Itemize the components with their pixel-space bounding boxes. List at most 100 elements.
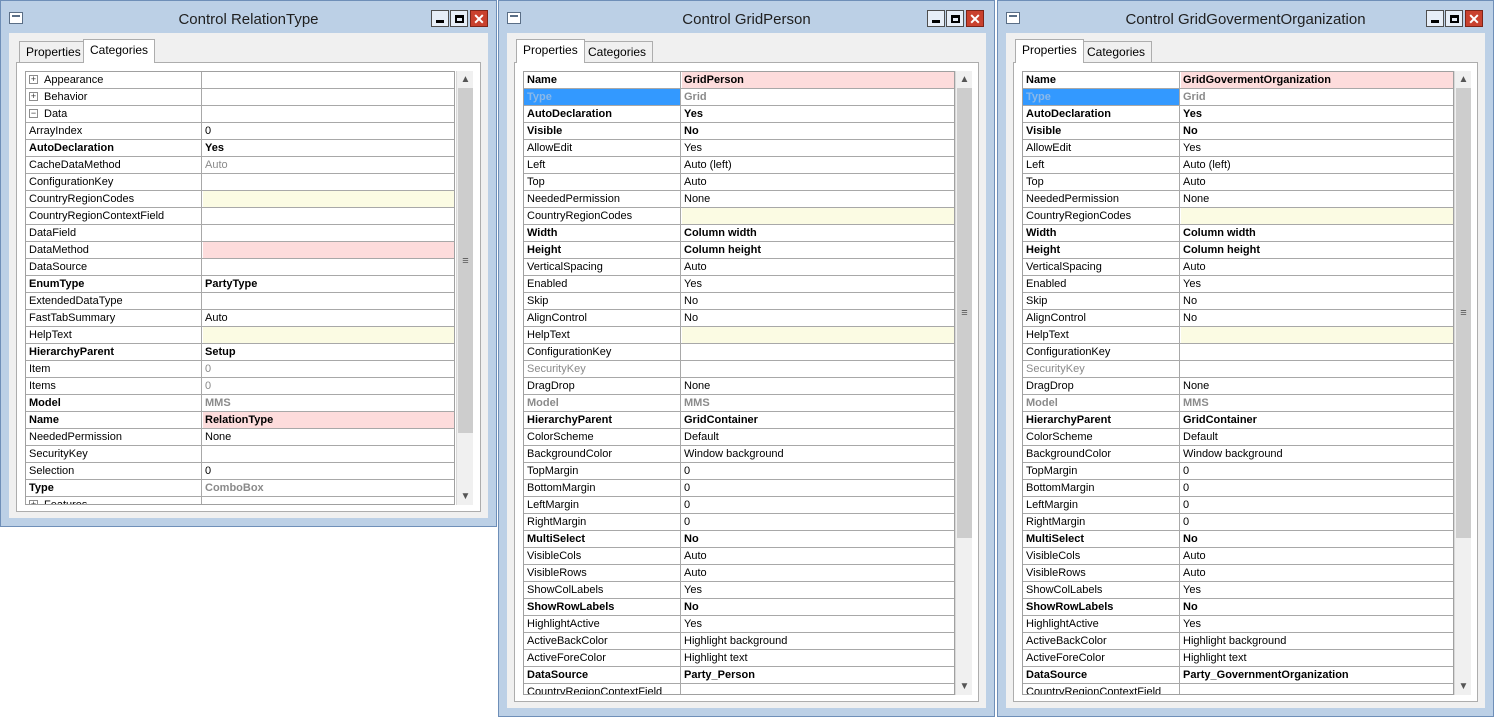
property-value[interactable]: 0 [1181,480,1453,496]
property-value[interactable]: 0 [1181,463,1453,479]
property-row[interactable]: CountryRegionCodes [524,208,954,225]
property-row[interactable]: Model MMS [1023,395,1453,412]
property-value[interactable]: Party_Person [682,667,954,683]
property-row[interactable]: Left Auto (left) [524,157,954,174]
property-row[interactable]: ExtendedDataType [26,293,454,310]
property-row[interactable]: EnumType PartyType [26,276,454,293]
property-row[interactable]: MultiSelect No [1023,531,1453,548]
property-row[interactable]: ShowRowLabels No [524,599,954,616]
scroll-up-arrow-icon[interactable]: ▲ [956,71,973,88]
property-value[interactable]: Yes [682,276,954,292]
property-value[interactable]: Auto [682,174,954,190]
property-value[interactable]: Auto (left) [1181,157,1453,173]
property-value[interactable] [1181,684,1453,694]
property-value[interactable]: Window background [1181,446,1453,462]
property-value[interactable]: Auto [682,565,954,581]
property-value[interactable]: GridContainer [682,412,954,428]
tab-properties[interactable]: Properties [516,39,585,63]
property-value[interactable]: 0 [203,378,454,394]
property-value[interactable]: No [682,293,954,309]
property-value[interactable] [203,446,454,462]
property-row[interactable]: HierarchyParent GridContainer [1023,412,1453,429]
property-row[interactable]: Visible No [524,123,954,140]
property-row[interactable]: AutoDeclaration Yes [26,140,454,157]
property-value[interactable]: Default [1181,429,1453,445]
property-row[interactable]: AlignControl No [1023,310,1453,327]
property-row[interactable]: AllowEdit Yes [524,140,954,157]
property-row[interactable]: Name GridPerson [524,72,954,89]
property-row[interactable]: − Data [26,106,454,123]
property-value[interactable]: Party_GovernmentOrganization [1181,667,1453,683]
property-value[interactable]: GridContainer [1181,412,1453,428]
property-row[interactable]: ShowColLabels Yes [524,582,954,599]
property-row[interactable]: FastTabSummary Auto [26,310,454,327]
scroll-up-arrow-icon[interactable]: ▲ [457,71,474,88]
property-row[interactable]: Skip No [1023,293,1453,310]
property-row[interactable]: RightMargin 0 [524,514,954,531]
property-row[interactable]: Width Column width [524,225,954,242]
property-row[interactable]: Skip No [524,293,954,310]
property-value[interactable]: Column height [1181,242,1453,258]
property-row[interactable]: SecurityKey [1023,361,1453,378]
expand-icon[interactable]: + [29,500,38,504]
property-row[interactable]: Item 0 [26,361,454,378]
property-value[interactable]: Auto [682,548,954,564]
title-bar[interactable]: Control GridGovermentOrganization ✕ [998,1,1493,33]
property-value[interactable] [682,344,954,360]
property-value[interactable]: Highlight text [1181,650,1453,666]
property-value[interactable]: 0 [682,480,954,496]
property-value[interactable]: Auto [1181,174,1453,190]
property-value[interactable] [203,497,454,504]
property-value[interactable] [203,293,454,309]
property-value[interactable]: Auto (left) [682,157,954,173]
close-button[interactable]: ✕ [1465,10,1483,27]
property-row[interactable]: BackgroundColor Window background [524,446,954,463]
property-row[interactable]: CountryRegionCodes [1023,208,1453,225]
property-value[interactable] [682,208,954,224]
property-value[interactable]: 0 [682,497,954,513]
property-row[interactable]: VisibleCols Auto [1023,548,1453,565]
property-row[interactable]: CountryRegionCodes [26,191,454,208]
property-value[interactable]: Highlight text [682,650,954,666]
expand-icon[interactable]: + [29,75,38,84]
scroll-down-arrow-icon[interactable]: ▼ [1455,678,1472,695]
property-row[interactable]: NeededPermission None [1023,191,1453,208]
property-row[interactable]: BottomMargin 0 [1023,480,1453,497]
property-value[interactable]: Yes [682,140,954,156]
property-value[interactable] [1181,344,1453,360]
tab-categories[interactable]: Categories [581,41,654,62]
property-value[interactable]: 0 [1181,514,1453,530]
minimize-button[interactable] [927,10,945,27]
property-value[interactable]: Highlight background [1181,633,1453,649]
property-row[interactable]: DataMethod [26,242,454,259]
property-row[interactable]: CacheDataMethod Auto [26,157,454,174]
property-row[interactable]: + Appearance [26,72,454,89]
property-row[interactable]: ConfigurationKey [1023,344,1453,361]
property-value[interactable]: Window background [682,446,954,462]
property-value[interactable]: Column width [1181,225,1453,241]
property-row[interactable]: Height Column height [1023,242,1453,259]
property-value[interactable] [203,174,454,190]
property-row[interactable]: VerticalSpacing Auto [524,259,954,276]
property-row[interactable]: Model MMS [26,395,454,412]
property-value[interactable]: No [1181,599,1453,615]
property-value[interactable]: Grid [682,89,954,105]
property-value[interactable] [1181,208,1453,224]
property-value[interactable]: GridPerson [682,72,954,88]
property-value[interactable]: 0 [203,463,454,479]
property-row[interactable]: HighlightActive Yes [524,616,954,633]
property-row[interactable]: Selection 0 [26,463,454,480]
property-value[interactable]: Yes [1181,582,1453,598]
property-row[interactable]: Items 0 [26,378,454,395]
property-row[interactable]: MultiSelect No [524,531,954,548]
scroll-thumb[interactable]: ≡ [458,88,473,433]
property-row[interactable]: Enabled Yes [524,276,954,293]
property-value[interactable] [203,106,454,122]
property-value[interactable] [682,327,954,343]
property-row[interactable]: HierarchyParent Setup [26,344,454,361]
tab-properties[interactable]: Properties [19,41,88,62]
maximize-button[interactable] [1445,10,1463,27]
property-row[interactable]: ConfigurationKey [26,174,454,191]
property-value[interactable]: Yes [682,582,954,598]
property-row[interactable]: Type ComboBox [26,480,454,497]
